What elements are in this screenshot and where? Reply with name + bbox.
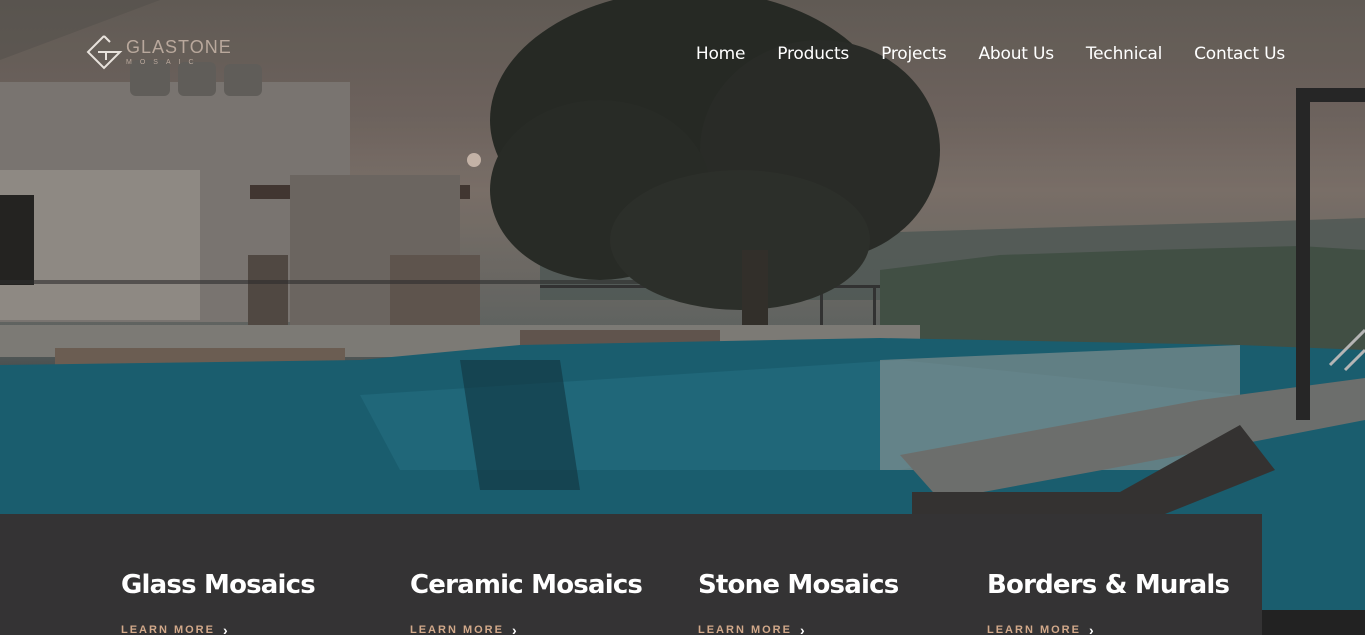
nav-about-us[interactable]: About Us	[979, 44, 1055, 64]
category-title[interactable]: Ceramic Mosaics	[410, 570, 643, 600]
learn-more-link[interactable]: LEARN MORE ›	[121, 622, 315, 635]
category-ceramic-mosaics: Ceramic Mosaics LEARN MORE ›	[410, 570, 643, 635]
chevron-right-icon: ›	[1088, 622, 1096, 635]
brand-subtitle: MOSAIC	[126, 59, 202, 66]
nav-products[interactable]: Products	[777, 44, 849, 64]
category-borders-murals: Borders & Murals LEARN MORE ›	[987, 570, 1230, 635]
category-title[interactable]: Borders & Murals	[987, 570, 1230, 600]
nav-projects[interactable]: Projects	[881, 44, 947, 64]
chevron-right-icon: ›	[799, 622, 807, 635]
learn-more-link[interactable]: LEARN MORE ›	[410, 622, 642, 635]
learn-more-link[interactable]: LEARN MORE ›	[698, 622, 898, 635]
nav-technical[interactable]: Technical	[1086, 44, 1162, 64]
learn-more-label: LEARN MORE	[121, 624, 215, 635]
category-stone-mosaics: Stone Mosaics LEARN MORE ›	[698, 570, 899, 635]
learn-more-label: LEARN MORE	[698, 624, 792, 635]
strip-edge	[1262, 610, 1365, 635]
logo-g-icon	[86, 35, 123, 70]
chevron-right-icon: ›	[511, 622, 519, 635]
learn-more-label: LEARN MORE	[410, 624, 504, 635]
chevron-right-icon: ›	[222, 622, 230, 635]
brand-name: GLASTONE	[126, 37, 232, 57]
nav-home[interactable]: Home	[696, 44, 746, 64]
logo-text: GLASTONE MOSAIC	[126, 38, 232, 66]
brand-logo[interactable]: GLASTONE MOSAIC	[84, 32, 254, 72]
nav-contact-us[interactable]: Contact Us	[1194, 44, 1285, 64]
learn-more-link[interactable]: LEARN MORE ›	[987, 622, 1229, 635]
category-glass-mosaics: Glass Mosaics LEARN MORE ›	[121, 570, 316, 635]
main-nav: Home Products Projects About Us Technica…	[696, 44, 1285, 64]
product-categories: Glass Mosaics LEARN MORE › Ceramic Mosai…	[0, 514, 1262, 635]
learn-more-label: LEARN MORE	[987, 624, 1081, 635]
category-title[interactable]: Glass Mosaics	[121, 570, 316, 600]
category-title[interactable]: Stone Mosaics	[698, 570, 899, 600]
